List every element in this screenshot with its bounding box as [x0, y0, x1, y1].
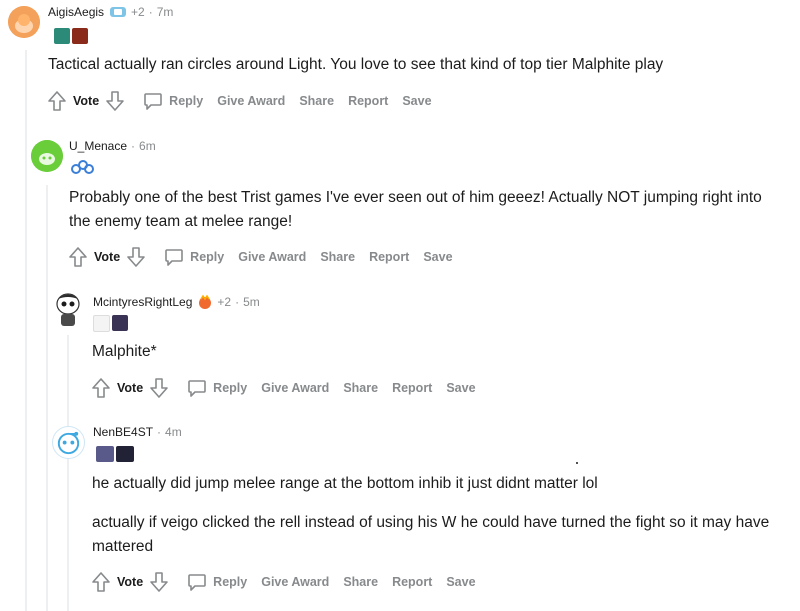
team-logo-flair-icon	[54, 28, 70, 44]
comment-actions: Vote Reply Give Award Share Report Save	[91, 377, 476, 399]
save-button[interactable]: Save	[446, 575, 475, 589]
comment-meta: U_Menace · 6m	[69, 139, 156, 153]
comment-body: Malphite*	[92, 340, 772, 364]
reply-button[interactable]: Reply	[187, 378, 247, 398]
award-count: +2	[217, 295, 232, 309]
award-icon	[197, 294, 213, 310]
downvote-icon[interactable]	[149, 377, 169, 399]
timestamp[interactable]: 5m	[243, 295, 260, 309]
username[interactable]: U_Menace	[69, 139, 127, 153]
reply-button[interactable]: Reply	[143, 91, 203, 111]
comment-body: he actually did jump melee range at the …	[92, 472, 782, 559]
save-button[interactable]: Save	[423, 250, 452, 264]
report-button[interactable]: Report	[392, 575, 432, 589]
share-button[interactable]: Share	[320, 250, 355, 264]
vote-count: Vote	[94, 250, 121, 264]
comment-paragraph: actually if veigo clicked the rell inste…	[92, 514, 770, 555]
give-award-button[interactable]: Give Award	[217, 94, 285, 108]
thread-line-level-2[interactable]	[46, 185, 48, 611]
snoo-avatar-icon	[57, 431, 80, 455]
separator-dot: ·	[235, 295, 240, 309]
report-button[interactable]: Report	[392, 381, 432, 395]
reply-label: Reply	[169, 94, 204, 108]
reply-label: Reply	[213, 381, 248, 395]
reply-button[interactable]: Reply	[187, 572, 247, 592]
user-flair	[93, 315, 128, 332]
snoo-avatar-icon	[56, 293, 80, 326]
comment-meta: AigisAegis +2 · 7m	[48, 5, 173, 19]
hand-sign-flair-icon	[93, 315, 110, 332]
separator-dot: ·	[131, 139, 136, 153]
save-button[interactable]: Save	[402, 94, 431, 108]
snoo-avatar-icon	[31, 140, 63, 172]
upvote-icon[interactable]	[91, 377, 111, 399]
downvote-icon[interactable]	[149, 571, 169, 593]
champion-flair-icon	[96, 446, 114, 462]
share-button[interactable]: Share	[343, 381, 378, 395]
separator-dot: ·	[157, 425, 162, 439]
user-flair	[54, 28, 88, 44]
comment-bubble-icon	[144, 93, 162, 110]
reply-label: Reply	[213, 575, 248, 589]
comment-actions: Vote Reply Give Award Share Report Save	[68, 246, 453, 268]
upvote-icon[interactable]	[68, 246, 88, 268]
give-award-button[interactable]: Give Award	[261, 381, 329, 395]
comment-paragraph: Malphite*	[92, 343, 157, 360]
avatar[interactable]	[52, 426, 85, 459]
give-award-button[interactable]: Give Award	[261, 575, 329, 589]
user-flair	[70, 160, 94, 174]
champion-flair-icon	[116, 446, 134, 462]
share-button[interactable]: Share	[299, 94, 334, 108]
thread-line-level-3b[interactable]	[67, 468, 69, 611]
vote-count: Vote	[73, 94, 100, 108]
vote-count: Vote	[117, 381, 144, 395]
comment-body: Probably one of the best Trist games I'v…	[69, 186, 784, 234]
comment-bubble-icon	[188, 380, 206, 397]
comment-paragraph: Probably one of the best Trist games I'v…	[69, 189, 762, 230]
thread-line-level-1[interactable]	[25, 50, 27, 611]
downvote-icon[interactable]	[126, 246, 146, 268]
comment-bubble-icon	[165, 249, 183, 266]
stray-dot	[576, 462, 578, 464]
champion-flair-icon	[112, 315, 128, 331]
reply-label: Reply	[190, 250, 225, 264]
save-button[interactable]: Save	[446, 381, 475, 395]
username[interactable]: McintyresRightLeg	[93, 295, 192, 309]
username[interactable]: NenBE4ST	[93, 425, 153, 439]
award-icon	[109, 5, 127, 19]
comment-actions: Vote Reply Give Award Share Report Save	[47, 90, 432, 112]
comment-bubble-icon	[188, 574, 206, 591]
comment-body: Tactical actually ran circles around Lig…	[48, 53, 768, 77]
upvote-icon[interactable]	[47, 90, 67, 112]
timestamp[interactable]: 4m	[165, 425, 182, 439]
champion-flair-icon	[72, 28, 88, 44]
reply-button[interactable]: Reply	[164, 247, 224, 267]
timestamp[interactable]: 7m	[157, 5, 174, 19]
user-flair	[96, 446, 134, 462]
vote-count: Vote	[117, 575, 144, 589]
snoo-avatar-icon	[8, 6, 40, 38]
comment-paragraph: Tactical actually ran circles around Lig…	[48, 56, 664, 73]
team-logo-flair-icon	[71, 160, 94, 174]
report-button[interactable]: Report	[348, 94, 388, 108]
share-button[interactable]: Share	[343, 575, 378, 589]
timestamp[interactable]: 6m	[139, 139, 156, 153]
avatar[interactable]	[8, 6, 40, 38]
upvote-icon[interactable]	[91, 571, 111, 593]
award-count: +2	[131, 5, 145, 19]
comment-meta: McintyresRightLeg +2 · 5m	[93, 294, 260, 310]
comment-meta: NenBE4ST · 4m	[93, 425, 182, 439]
username[interactable]: AigisAegis	[48, 5, 104, 19]
avatar[interactable]	[52, 290, 84, 330]
downvote-icon[interactable]	[105, 90, 125, 112]
comment-paragraph: he actually did jump melee range at the …	[92, 475, 598, 492]
give-award-button[interactable]: Give Award	[238, 250, 306, 264]
separator-dot: ·	[148, 5, 153, 19]
report-button[interactable]: Report	[369, 250, 409, 264]
avatar[interactable]	[31, 140, 63, 172]
comment-actions: Vote Reply Give Award Share Report Save	[91, 571, 476, 593]
